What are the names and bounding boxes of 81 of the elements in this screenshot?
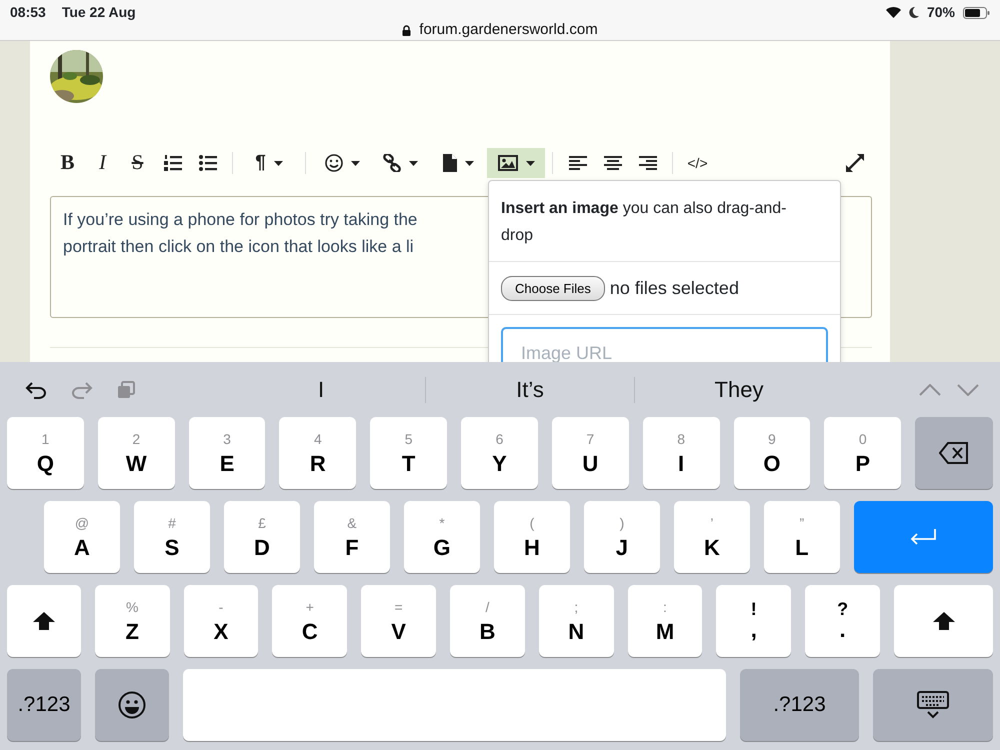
shift-arrow-icon bbox=[932, 611, 956, 631]
keyboard-icon bbox=[917, 691, 949, 719]
paragraph-format-button[interactable]: ¶ bbox=[240, 148, 298, 178]
key[interactable]: ? . bbox=[805, 585, 880, 657]
key[interactable]: 7 U bbox=[552, 417, 629, 489]
key[interactable]: # S bbox=[134, 501, 210, 573]
key[interactable]: 2 W bbox=[98, 417, 175, 489]
smiley-icon bbox=[118, 691, 146, 719]
key[interactable]: 4 R bbox=[279, 417, 356, 489]
code-view-button[interactable]: </> bbox=[680, 148, 715, 178]
link-icon bbox=[382, 154, 400, 172]
image-url-field[interactable]: Image URL bbox=[501, 327, 828, 362]
word-suggestion[interactable]: I bbox=[217, 373, 425, 406]
align-center-icon bbox=[604, 156, 622, 170]
italic-button[interactable]: I bbox=[85, 148, 120, 178]
key[interactable]: ” L bbox=[764, 501, 840, 573]
shift-arrow-icon bbox=[32, 611, 56, 631]
caret-icon bbox=[408, 160, 418, 166]
bullet-list-icon bbox=[198, 155, 216, 171]
word-suggestion[interactable]: It’s bbox=[426, 373, 634, 406]
address-bar-url[interactable]: forum.gardenersworld.com bbox=[419, 22, 598, 38]
message-text-line: If you’re using a phone for photos try taking the bbox=[63, 209, 418, 231]
key[interactable]: & F bbox=[314, 501, 390, 573]
lock-icon bbox=[402, 24, 412, 36]
strikethrough-button[interactable]: S bbox=[120, 148, 155, 178]
smiley-icon bbox=[324, 154, 342, 172]
shift-key[interactable] bbox=[894, 585, 994, 657]
caret-icon bbox=[526, 160, 534, 166]
key[interactable]: 6 Y bbox=[461, 417, 538, 489]
backspace-key[interactable] bbox=[915, 417, 993, 489]
key[interactable]: / B bbox=[450, 585, 525, 657]
choose-files-button[interactable]: Choose Files bbox=[501, 276, 605, 302]
key[interactable]: - X bbox=[184, 585, 258, 657]
popover-title: Insert an image you can also drag-and-drop bbox=[489, 181, 840, 262]
shift-key[interactable] bbox=[7, 585, 81, 657]
key[interactable]: 0 P bbox=[824, 417, 902, 489]
caret-icon bbox=[274, 160, 283, 166]
word-suggestion[interactable]: They bbox=[635, 373, 843, 406]
file-status: no files selected bbox=[610, 277, 739, 300]
key[interactable]: 9 O bbox=[734, 417, 810, 489]
key[interactable]: ( H bbox=[494, 501, 570, 573]
message-text-line: portrait then click on the icon that looks like a li bbox=[63, 236, 414, 258]
battery-percent: 70% bbox=[926, 3, 955, 22]
emoji-key[interactable] bbox=[95, 669, 169, 741]
key[interactable]: ) J bbox=[584, 501, 660, 573]
key[interactable]: @ A bbox=[44, 501, 120, 573]
image-button[interactable] bbox=[487, 148, 545, 178]
numbers-key[interactable]: .?123 bbox=[740, 669, 859, 741]
wifi-icon bbox=[886, 7, 901, 18]
undo-icon[interactable] bbox=[25, 380, 47, 398]
align-left-icon bbox=[568, 156, 586, 170]
key[interactable]: 8 I bbox=[642, 417, 720, 489]
hide-keyboard-key[interactable] bbox=[873, 669, 993, 741]
numbers-key[interactable]: .?123 bbox=[7, 669, 81, 741]
fullscreen-icon bbox=[846, 154, 864, 172]
image-icon bbox=[498, 155, 518, 171]
bold-button[interactable]: B bbox=[50, 148, 85, 178]
clipboard-icon[interactable] bbox=[117, 380, 135, 398]
key[interactable]: ! , bbox=[716, 585, 792, 657]
numbered-list-icon bbox=[164, 155, 182, 171]
key[interactable]: % Z bbox=[94, 585, 170, 657]
key[interactable]: + C bbox=[272, 585, 348, 657]
key[interactable]: 5 T bbox=[370, 417, 448, 489]
key[interactable]: * G bbox=[404, 501, 480, 573]
status-date: Tue 22 Aug bbox=[62, 3, 136, 22]
caret-icon bbox=[350, 160, 360, 166]
moon-icon bbox=[908, 7, 919, 18]
key[interactable]: 3 E bbox=[188, 417, 266, 489]
key[interactable]: = V bbox=[361, 585, 436, 657]
caret-icon bbox=[464, 160, 474, 166]
key[interactable]: £ D bbox=[224, 501, 300, 573]
backspace-icon bbox=[939, 442, 970, 464]
align-right-icon bbox=[638, 156, 656, 170]
key[interactable]: ’ K bbox=[674, 501, 750, 573]
document-icon bbox=[442, 154, 456, 172]
return-icon bbox=[909, 528, 938, 546]
key[interactable]: : M bbox=[628, 585, 702, 657]
status-time: 08:53 bbox=[10, 3, 46, 22]
battery-icon bbox=[963, 6, 990, 18]
key[interactable]: ; N bbox=[538, 585, 614, 657]
key[interactable]: 1 Q bbox=[7, 417, 84, 489]
